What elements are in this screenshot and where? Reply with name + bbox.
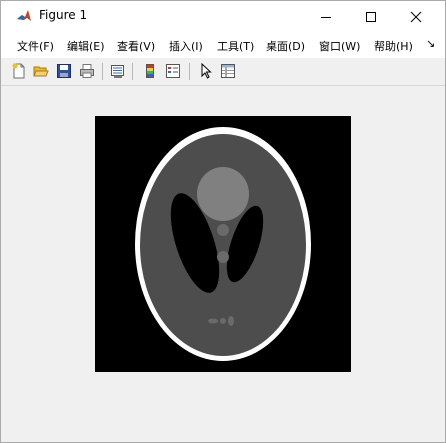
bottom-small-ellipse (220, 318, 226, 324)
toolbar-separator (132, 63, 133, 80)
legend-icon (166, 64, 180, 78)
menu-bar: 文件(F) 编辑(E) 查看(V) 插入(I) 工具(T) 桌面(D) 窗口(W… (1, 32, 445, 58)
menu-file[interactable]: 文件(F) (17, 38, 54, 54)
save-button[interactable] (55, 62, 73, 80)
property-inspector-button[interactable] (219, 62, 237, 80)
arrow-pointer-icon (201, 63, 212, 79)
new-file-icon (12, 63, 25, 79)
central-small-ellipse (217, 251, 229, 263)
figure-toolbar (1, 58, 445, 86)
matlab-icon (16, 8, 32, 24)
maximize-button[interactable] (348, 1, 394, 32)
edit-plot-button[interactable] (197, 62, 215, 80)
menu-tools[interactable]: 工具(T) (217, 38, 254, 54)
upper-region-ellipse (197, 167, 249, 221)
colorbar-icon (146, 64, 154, 78)
menu-insert[interactable]: 插入(I) (169, 38, 203, 54)
insert-legend-button[interactable] (164, 62, 182, 80)
link-plot-icon (111, 65, 124, 78)
bottom-small-ellipse (228, 316, 234, 326)
menu-window[interactable]: 窗口(W) (319, 38, 360, 54)
window-title: Figure 1 (39, 8, 88, 22)
link-plot-button[interactable] (109, 62, 127, 80)
insert-colorbar-button[interactable] (141, 62, 159, 80)
minimize-icon (321, 16, 331, 18)
printer-icon (80, 64, 94, 78)
menu-view[interactable]: 查看(V) (117, 38, 155, 54)
new-figure-button[interactable] (10, 62, 28, 80)
minimize-button[interactable] (303, 1, 349, 32)
figure-canvas[interactable] (1, 86, 445, 442)
figure-window: Figure 1 文件(F) 编辑(E) 查看(V) 插入(I) 工具(T) 桌… (0, 0, 446, 443)
bottom-small-ellipse (208, 318, 218, 324)
folder-open-icon (33, 66, 49, 77)
print-button[interactable] (78, 62, 96, 80)
menu-help[interactable]: 帮助(H) (374, 38, 413, 54)
maximize-icon (366, 11, 376, 22)
title-bar[interactable]: Figure 1 (1, 1, 445, 32)
central-small-ellipse (217, 224, 229, 236)
phantom-image[interactable] (95, 116, 351, 372)
menu-edit[interactable]: 编辑(E) (67, 38, 105, 54)
open-file-button[interactable] (32, 62, 50, 80)
menu-overflow-icon[interactable]: ↘ (426, 37, 435, 50)
menu-desktop[interactable]: 桌面(D) (266, 38, 305, 54)
close-icon (410, 11, 422, 22)
property-inspector-icon (221, 64, 235, 78)
toolbar-separator (102, 63, 103, 80)
save-disk-icon (57, 64, 71, 78)
close-button[interactable] (393, 1, 439, 32)
toolbar-separator (189, 63, 190, 80)
